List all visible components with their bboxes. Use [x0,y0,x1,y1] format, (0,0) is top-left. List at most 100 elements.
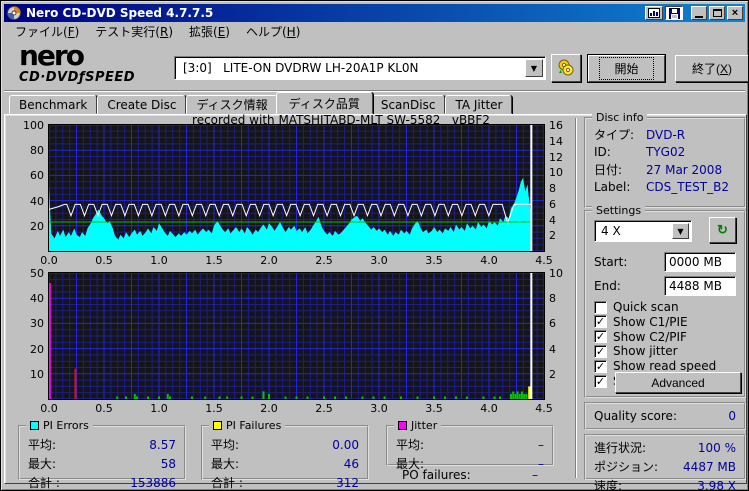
legend-title: PI Errors [43,419,89,432]
checkbox-label: Quick scan [613,300,679,314]
settings-group: Settings 4 X ▼ ↻ Start: 0000 MB End: 448… [584,204,746,398]
tab-2[interactable]: ディスク情報 [186,95,278,114]
disc-info-group: Disc info タイプ: DVD-R ID: TYG02 日付: 27 Mar 200… [584,111,746,208]
title-bar: Nero CD-DVD Speed 4.7.7.5 × [4,4,745,22]
quality-score-label: Quality score: [594,409,677,423]
drive-select-value: [3:0] LITE-ON DVDRW LH-20A1P KL0N [183,61,419,75]
refresh-icon: ↻ [717,222,728,237]
stats-row-1: 最大: 58 [28,457,176,471]
tab-3[interactable]: ディスク品質 [275,92,373,114]
tab-0[interactable]: Benchmark [9,95,98,114]
checkbox-show-c1-pie[interactable]: ✓ Show C1/PIE [594,315,688,329]
po-failures-row: PO failures: – [394,467,546,483]
menu-bar: ファイル(F) テスト実行(R) 拡張(E) ヘルプ(H) [4,22,745,41]
pi-failures-chart [48,272,545,400]
progress-group: 進行状況: 100 % ポジション: 4487 MB 速度: 3.98 X [584,434,746,490]
checkbox-box[interactable]: ✓ [594,344,607,358]
menu-item-3[interactable]: ヘルプ(H) [238,21,308,42]
stats-legend: Jitter [394,419,442,432]
end-field-row: End: 4488 MB [594,276,736,296]
vertical-separator [575,118,577,478]
legend-title: PI Failures [226,419,282,432]
quality-score-value: 0 [728,409,736,423]
start-field[interactable]: 0000 MB [664,252,736,272]
pi-errors-chart [48,124,545,252]
maximize-button[interactable] [709,6,725,20]
disc-info-row-0: タイプ: DVD-R [594,128,686,142]
end-field-label: End: [594,279,621,293]
stats-legend: PI Errors [26,419,93,432]
checkbox-label: Show C2/PIF [613,329,687,344]
checkbox-box[interactable]: ✓ [594,315,607,329]
stats-row-0: 平均: – [396,438,544,452]
pi-errors-stats-group: PI Errors 平均: 8.57 最大: 58 合計 :153886 [18,419,186,490]
tab-1[interactable]: Create Disc [97,95,187,114]
toolbar: nero CD·DVDƒSPEED [3:0] LITE-ON DVDRW LH… [4,39,748,91]
checkbox-show-jitter[interactable]: ✓ Show jitter [594,344,678,358]
refresh-button[interactable]: ↻ [709,217,736,243]
save-button[interactable] [665,6,683,20]
settings-title: Settings [592,204,646,217]
progress-row-2: 速度: 3.98 X [594,479,736,491]
app-window: Nero CD-DVD Speed 4.7.7.5 × ファイル(F) テスト実行… [0,0,749,491]
start-button-label: 開始 [599,57,654,80]
drive-select[interactable]: [3:0] LITE-ON DVDRW LH-20A1P KL0N ▼ [174,56,546,80]
discs-icon [558,59,574,76]
advanced-button[interactable]: Advanced [615,372,741,393]
disc-info-row-3: Label: CDS_TEST_B2 [594,180,729,194]
legend-color-swatch [213,421,222,430]
nero-brand-text: nero [19,39,85,72]
progress-row-0: 進行状況: 100 % [594,441,736,455]
speed-select-value: 4 X [601,224,621,238]
close-icon: × [731,6,739,19]
checkbox-box[interactable]: ✓ [594,374,607,388]
checkbox-box[interactable]: ✓ [594,359,607,373]
quality-score-row: Quality score: 0 [586,408,744,424]
menu-item-1[interactable]: テスト実行(R) [87,21,181,42]
exit-button-label: 終了(X) [691,62,732,76]
legend-title: Jitter [411,419,438,432]
chevron-down-icon[interactable]: ▼ [525,59,543,77]
start-button[interactable]: 開始 [588,55,665,82]
quality-score-group: Quality score: 0 [584,402,746,430]
stats-row-0: 平均: 0.00 [211,438,359,452]
progress-row-1: ポジション: 4487 MB [594,460,736,474]
stats-row-2: 合計 :153886 [28,476,176,490]
stats-row-0: 平均: 8.57 [28,438,176,452]
app-icon [7,6,21,20]
start-field-label: Start: [594,255,628,269]
legend-color-swatch [30,421,39,430]
disc-info-row-2: 日付: 27 Mar 2008 [594,163,723,177]
checkbox-quick-scan[interactable]: Quick scan [594,300,679,314]
cd-dvd-speed-text: CD·DVDƒSPEED [19,70,136,85]
end-field[interactable]: 4488 MB [664,276,736,296]
disc-info-row-1: ID: TYG02 [594,145,686,159]
stats-row-1: 最大: 46 [211,457,359,471]
disc-info-title: Disc info [592,111,648,124]
speed-select[interactable]: 4 X ▼ [594,220,692,242]
close-button[interactable]: × [727,6,743,20]
report-button[interactable] [645,6,663,20]
checkbox-label: Show C1/PIE [613,314,688,329]
window-title: Nero CD-DVD Speed 4.7.7.5 [26,6,214,20]
checkbox-show-c2-pif[interactable]: ✓ Show C2/PIF [594,330,687,344]
legend-color-swatch [398,421,407,430]
stats-legend: PI Failures [209,419,286,432]
checkbox-box[interactable]: ✓ [594,330,607,344]
nero-logo: nero CD·DVDƒSPEED [19,39,136,85]
minimize-button[interactable] [691,6,707,20]
tab-5[interactable]: TA Jitter [445,95,513,114]
start-field-row: Start: 0000 MB [594,252,736,272]
checkbox-label: Show jitter [613,344,678,359]
checkbox-box[interactable] [594,300,607,314]
tab-4[interactable]: ScanDisc [370,95,446,114]
save-icon [668,7,680,19]
menu-item-2[interactable]: 拡張(E) [181,21,238,42]
exit-button[interactable]: 終了(X) [675,55,748,82]
report-icon [648,8,660,18]
pi-failures-stats-group: PI Failures 平均: 0.00 最大: 46 合計 :312 [201,419,369,490]
chevron-down-icon[interactable]: ▼ [672,223,689,239]
minimize-icon [695,16,703,18]
discs-button[interactable] [551,54,581,82]
maximize-icon [712,9,722,17]
